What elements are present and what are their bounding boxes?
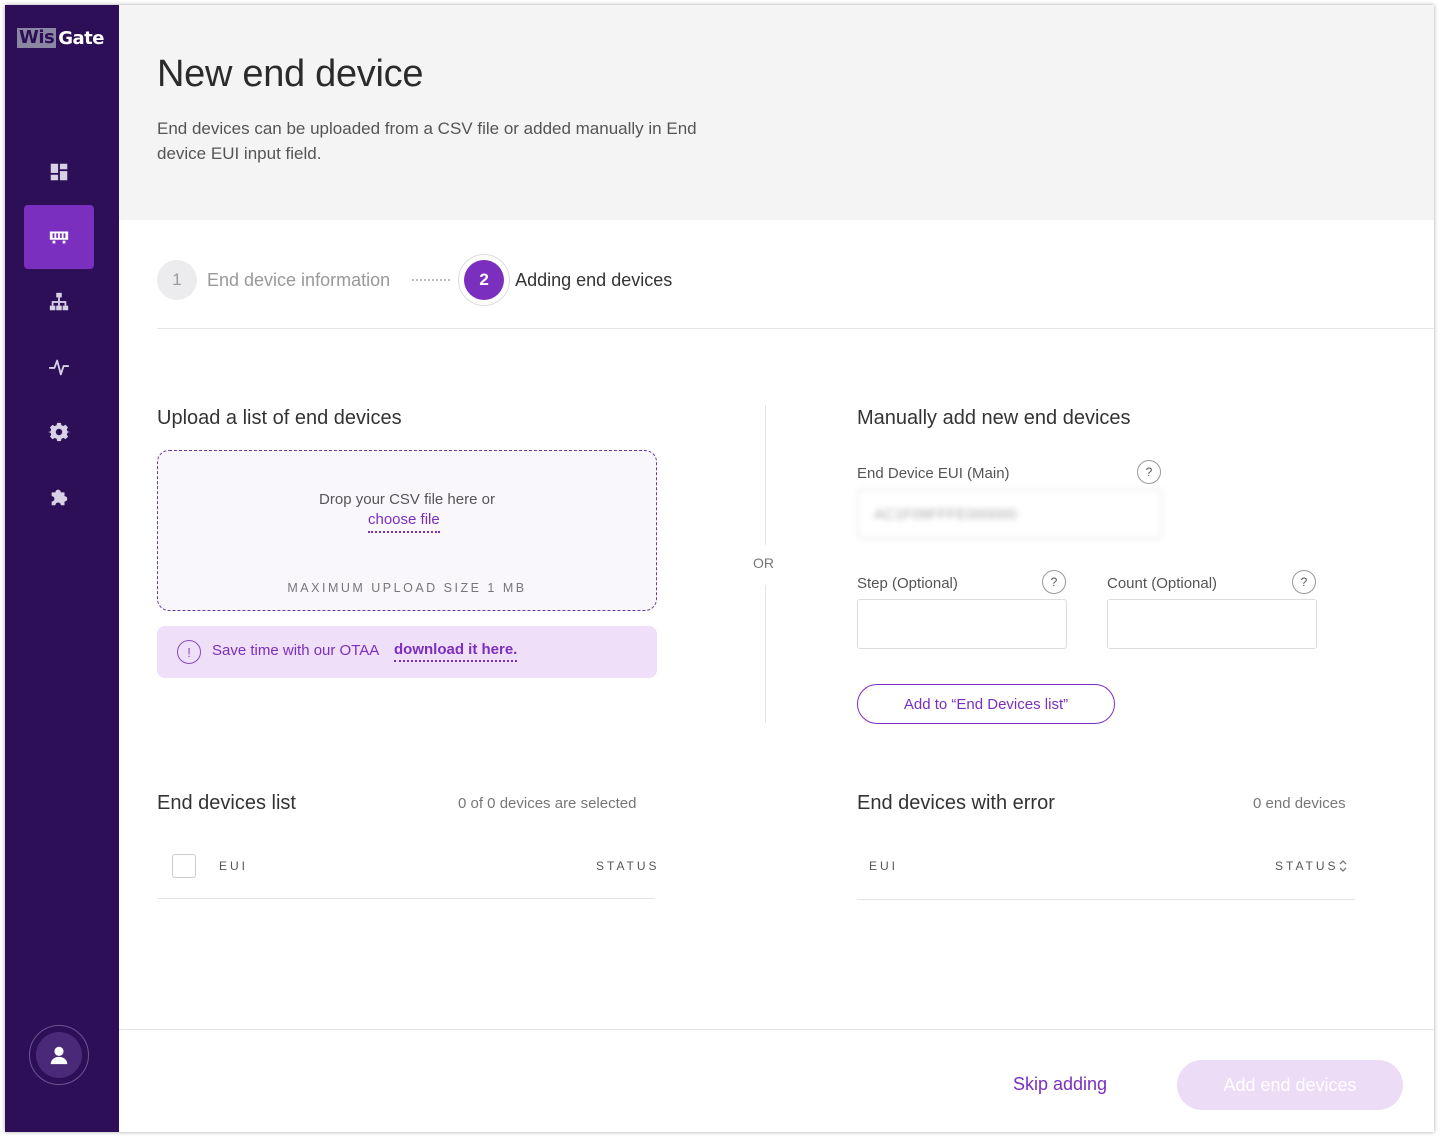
sidebar-item-network[interactable] <box>24 270 94 334</box>
count-label: Count (Optional) <box>1107 575 1218 592</box>
drop-text: Drop your CSV file here or <box>319 491 495 508</box>
add-end-devices-button[interactable]: Add end devices <box>1177 1060 1403 1110</box>
sidebar: Wis Gate <box>5 5 119 1132</box>
selected-count: 0 of 0 devices are selected <box>458 795 637 812</box>
app-window: Wis Gate New end device End devices can b <box>5 5 1434 1132</box>
step-adding-end-devices[interactable]: 2 Adding end devices <box>458 254 673 306</box>
step-2-ring: 2 <box>458 254 511 306</box>
upload-title: Upload a list of end devices <box>157 407 402 429</box>
divider <box>157 328 1434 329</box>
count-help-icon[interactable]: ? <box>1292 570 1316 594</box>
step-1-label: End device information <box>207 269 391 290</box>
page-title: New end device <box>157 53 424 95</box>
error-column-eui: EUI <box>869 859 899 873</box>
footer-divider <box>119 1029 1434 1030</box>
sidebar-item-devices[interactable] <box>24 205 94 269</box>
otaa-text: Save time with our OTAA <box>212 642 380 659</box>
error-list-title: End devices with error <box>857 792 1055 814</box>
step-connector <box>412 279 451 281</box>
column-eui: EUI <box>219 859 249 873</box>
step-1-number: 1 <box>157 260 197 300</box>
select-all-checkbox[interactable] <box>172 854 196 878</box>
user-icon <box>50 1046 68 1065</box>
add-to-list-button[interactable]: Add to “End Devices list” <box>857 684 1115 724</box>
sort-icon[interactable] <box>1338 858 1348 874</box>
otaa-download-link[interactable]: download it here. <box>394 641 518 662</box>
or-divider-bottom <box>765 585 766 723</box>
step-2-number: 2 <box>464 260 505 300</box>
device-icon <box>49 231 69 244</box>
error-column-status[interactable]: STATUS <box>1275 859 1339 873</box>
page-description: End devices can be uploaded from a CSV f… <box>157 119 697 163</box>
stepper: 1 End device information 2 Adding end de… <box>157 254 673 306</box>
dashboard-icon <box>50 163 68 181</box>
step-help-icon[interactable]: ? <box>1042 570 1066 594</box>
column-status: STATUS <box>596 859 660 873</box>
manual-title: Manually add new end devices <box>857 407 1131 429</box>
error-table-divider <box>857 899 1355 900</box>
table-divider <box>157 898 655 899</box>
step-end-device-information[interactable]: 1 End device information <box>157 260 390 300</box>
sidebar-item-extensions[interactable] <box>24 465 94 529</box>
sidebar-item-activity[interactable] <box>24 335 94 399</box>
end-devices-list-title: End devices list <box>157 792 296 814</box>
step-input[interactable] <box>857 599 1067 649</box>
count-input[interactable] <box>1107 599 1317 649</box>
step-label: Step (Optional) <box>857 575 958 592</box>
page-header: New end device End devices can be upload… <box>119 5 1434 220</box>
sidebar-item-settings[interactable] <box>24 400 94 464</box>
step-2-label: Adding end devices <box>515 269 673 290</box>
error-count: 0 end devices <box>1253 795 1346 812</box>
puzzle-icon <box>51 489 68 506</box>
or-label: OR <box>753 555 774 571</box>
eui-input[interactable] <box>857 489 1162 539</box>
sidebar-item-dashboard[interactable] <box>24 140 94 204</box>
avatar-circle <box>36 1032 82 1078</box>
network-icon <box>49 292 69 311</box>
eui-help-icon[interactable]: ? <box>1137 460 1161 484</box>
choose-file-link[interactable]: choose file <box>368 511 440 533</box>
info-icon: ! <box>177 640 201 664</box>
user-avatar[interactable] <box>29 1025 89 1085</box>
otaa-banner: ! Save time with our OTAA download it he… <box>157 626 657 678</box>
wisgate-logo[interactable]: Wis Gate <box>17 27 104 49</box>
or-divider-top <box>765 405 766 545</box>
pulse-icon <box>48 359 70 376</box>
max-upload-size: MAXIMUM UPLOAD SIZE 1 MB <box>287 581 527 595</box>
gear-icon <box>48 422 70 442</box>
eui-label: End Device EUI (Main) <box>857 465 1010 482</box>
skip-adding-button[interactable]: Skip adding <box>1013 1074 1107 1095</box>
